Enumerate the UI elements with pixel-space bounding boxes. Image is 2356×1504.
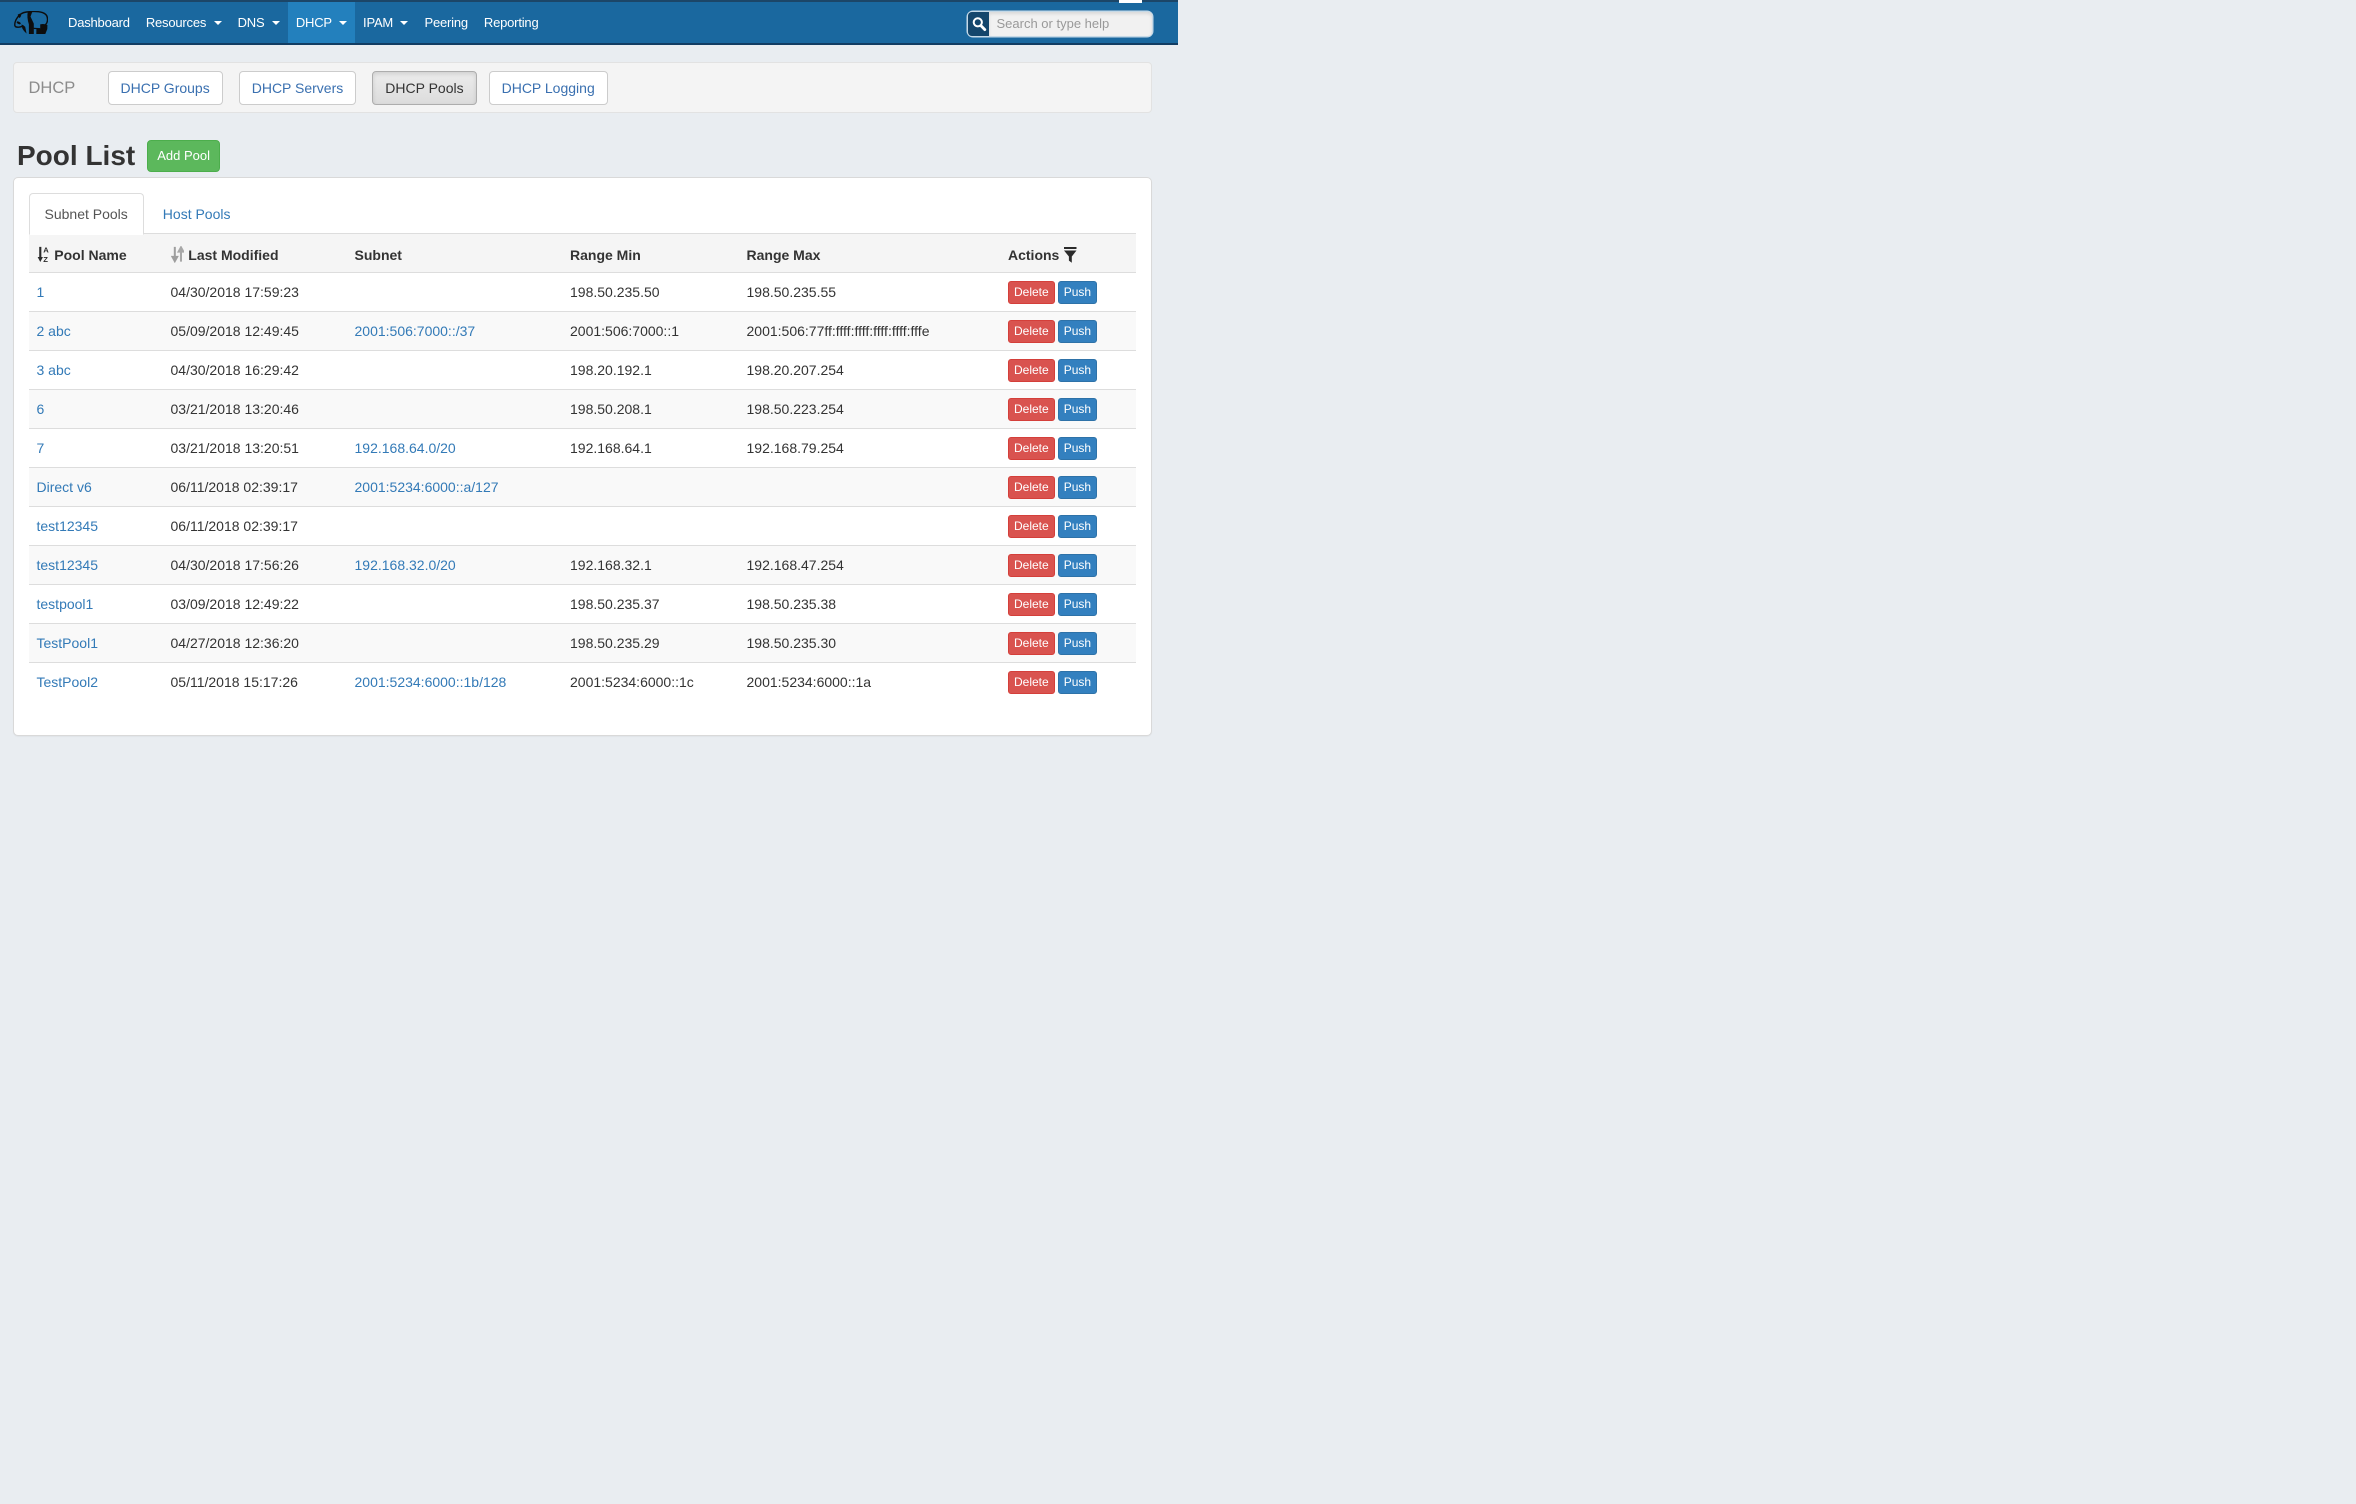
svg-text:Z: Z <box>43 255 48 262</box>
svg-text:A: A <box>43 246 49 254</box>
